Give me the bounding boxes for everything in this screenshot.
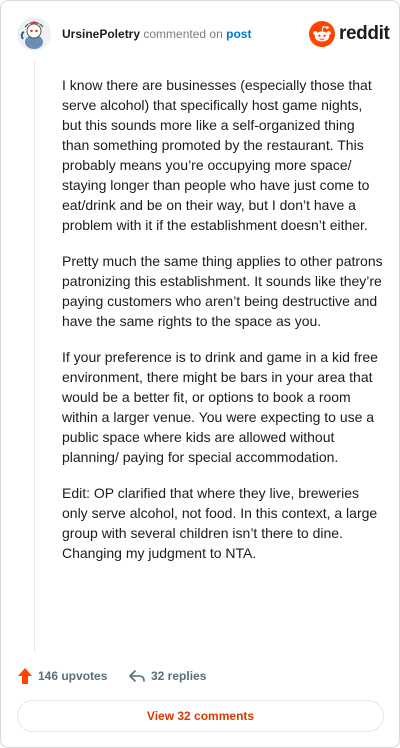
comment-header: UrsinePoletry commented on post reddit (17, 17, 390, 53)
comment-actions: 146 upvotes 32 replies (17, 665, 383, 687)
snoo-avatar-icon[interactable] (17, 17, 51, 51)
upvote-button[interactable]: 146 upvotes (17, 665, 107, 687)
comment-paragraph: Edit: OP clarified that where they live,… (62, 485, 378, 561)
upvote-arrow-icon (17, 667, 33, 685)
reddit-comment-card: UrsinePoletry commented on post reddit I… (0, 0, 400, 748)
post-link[interactable]: post (226, 27, 251, 41)
commented-on-text: commented on (143, 27, 223, 41)
view-comments-button[interactable]: View 32 comments (17, 700, 384, 732)
comment-paragraph: If your preference is to drink and game … (62, 349, 378, 465)
comment-byline: UrsinePoletry commented on post (62, 27, 251, 41)
upvote-count: 146 upvotes (38, 669, 108, 683)
reddit-logo-icon (309, 21, 335, 47)
reply-arrow-icon (128, 668, 146, 684)
username-link[interactable]: UrsinePoletry (62, 27, 140, 41)
reddit-brand[interactable]: reddit (309, 21, 390, 47)
reply-count: 32 replies (151, 669, 207, 683)
comment-paragraph: Pretty much the same thing applies to ot… (62, 253, 383, 329)
comment-body: I know there are businesses (especially … (62, 75, 384, 579)
thread-line (34, 61, 35, 651)
comment-paragraph: I know there are businesses (especially … (62, 77, 372, 233)
reddit-wordmark: reddit (339, 23, 390, 44)
replies-button[interactable]: 32 replies (128, 665, 206, 687)
